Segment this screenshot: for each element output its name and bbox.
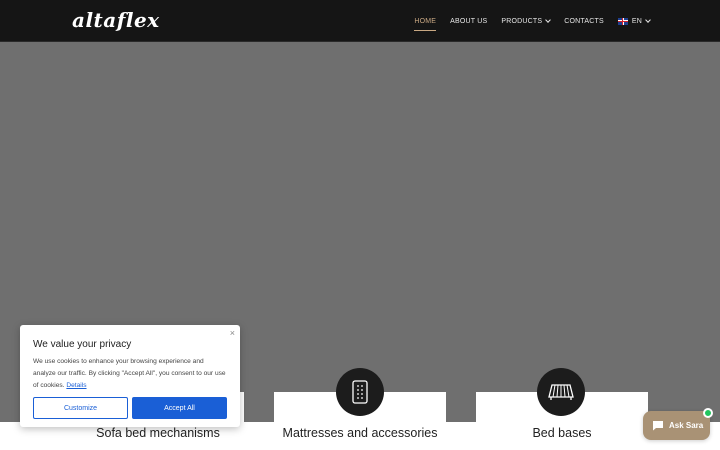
- bed-base-icon: [537, 368, 585, 416]
- cookie-details-link[interactable]: Details: [66, 382, 86, 389]
- mattress-icon: [336, 368, 384, 416]
- online-status-dot: [703, 408, 713, 418]
- site-header: altaflex HOME ABOUT US PRODUCTS CONTACTS…: [0, 0, 720, 42]
- nav-home-label: HOME: [414, 17, 437, 25]
- main-nav: HOME ABOUT US PRODUCTS CONTACTS EN: [414, 0, 651, 42]
- language-label: EN: [631, 17, 642, 25]
- cookie-consent-dialog: × We value your privacy We use cookies t…: [20, 325, 240, 427]
- cookie-text: We use cookies to enhance your browsing …: [33, 356, 227, 392]
- chevron-down-icon: [645, 17, 651, 23]
- nav-contacts-label: CONTACTS: [564, 17, 604, 25]
- card-title: Sofa bed mechanisms: [96, 426, 220, 440]
- nav-contacts[interactable]: CONTACTS: [564, 18, 604, 25]
- site-logo[interactable]: altaflex: [72, 8, 160, 32]
- chat-widget-button[interactable]: Ask Sara: [643, 408, 713, 440]
- card-title: Mattresses and accessories: [282, 426, 438, 440]
- chevron-down-icon: [545, 17, 552, 23]
- cookie-body: We use cookies to enhance your browsing …: [33, 358, 226, 389]
- cookie-buttons: Customize Accept All: [33, 397, 227, 419]
- card-title: Bed bases: [532, 426, 592, 440]
- nav-products-label: PRODUCTS: [501, 17, 543, 25]
- chat-bubble-icon: [653, 421, 663, 431]
- language-switcher[interactable]: EN: [617, 17, 651, 25]
- cookie-title: We value your privacy: [33, 339, 132, 350]
- close-icon[interactable]: ×: [230, 328, 235, 338]
- uk-flag-icon: [617, 17, 628, 25]
- customize-button[interactable]: Customize: [33, 397, 128, 419]
- nav-products[interactable]: PRODUCTS: [501, 17, 552, 25]
- nav-home[interactable]: HOME: [414, 17, 437, 31]
- chat-label: Ask Sara: [669, 421, 704, 430]
- nav-about-us[interactable]: ABOUT US: [450, 18, 487, 25]
- nav-about-us-label: ABOUT US: [450, 17, 488, 25]
- accept-all-button[interactable]: Accept All: [132, 397, 227, 419]
